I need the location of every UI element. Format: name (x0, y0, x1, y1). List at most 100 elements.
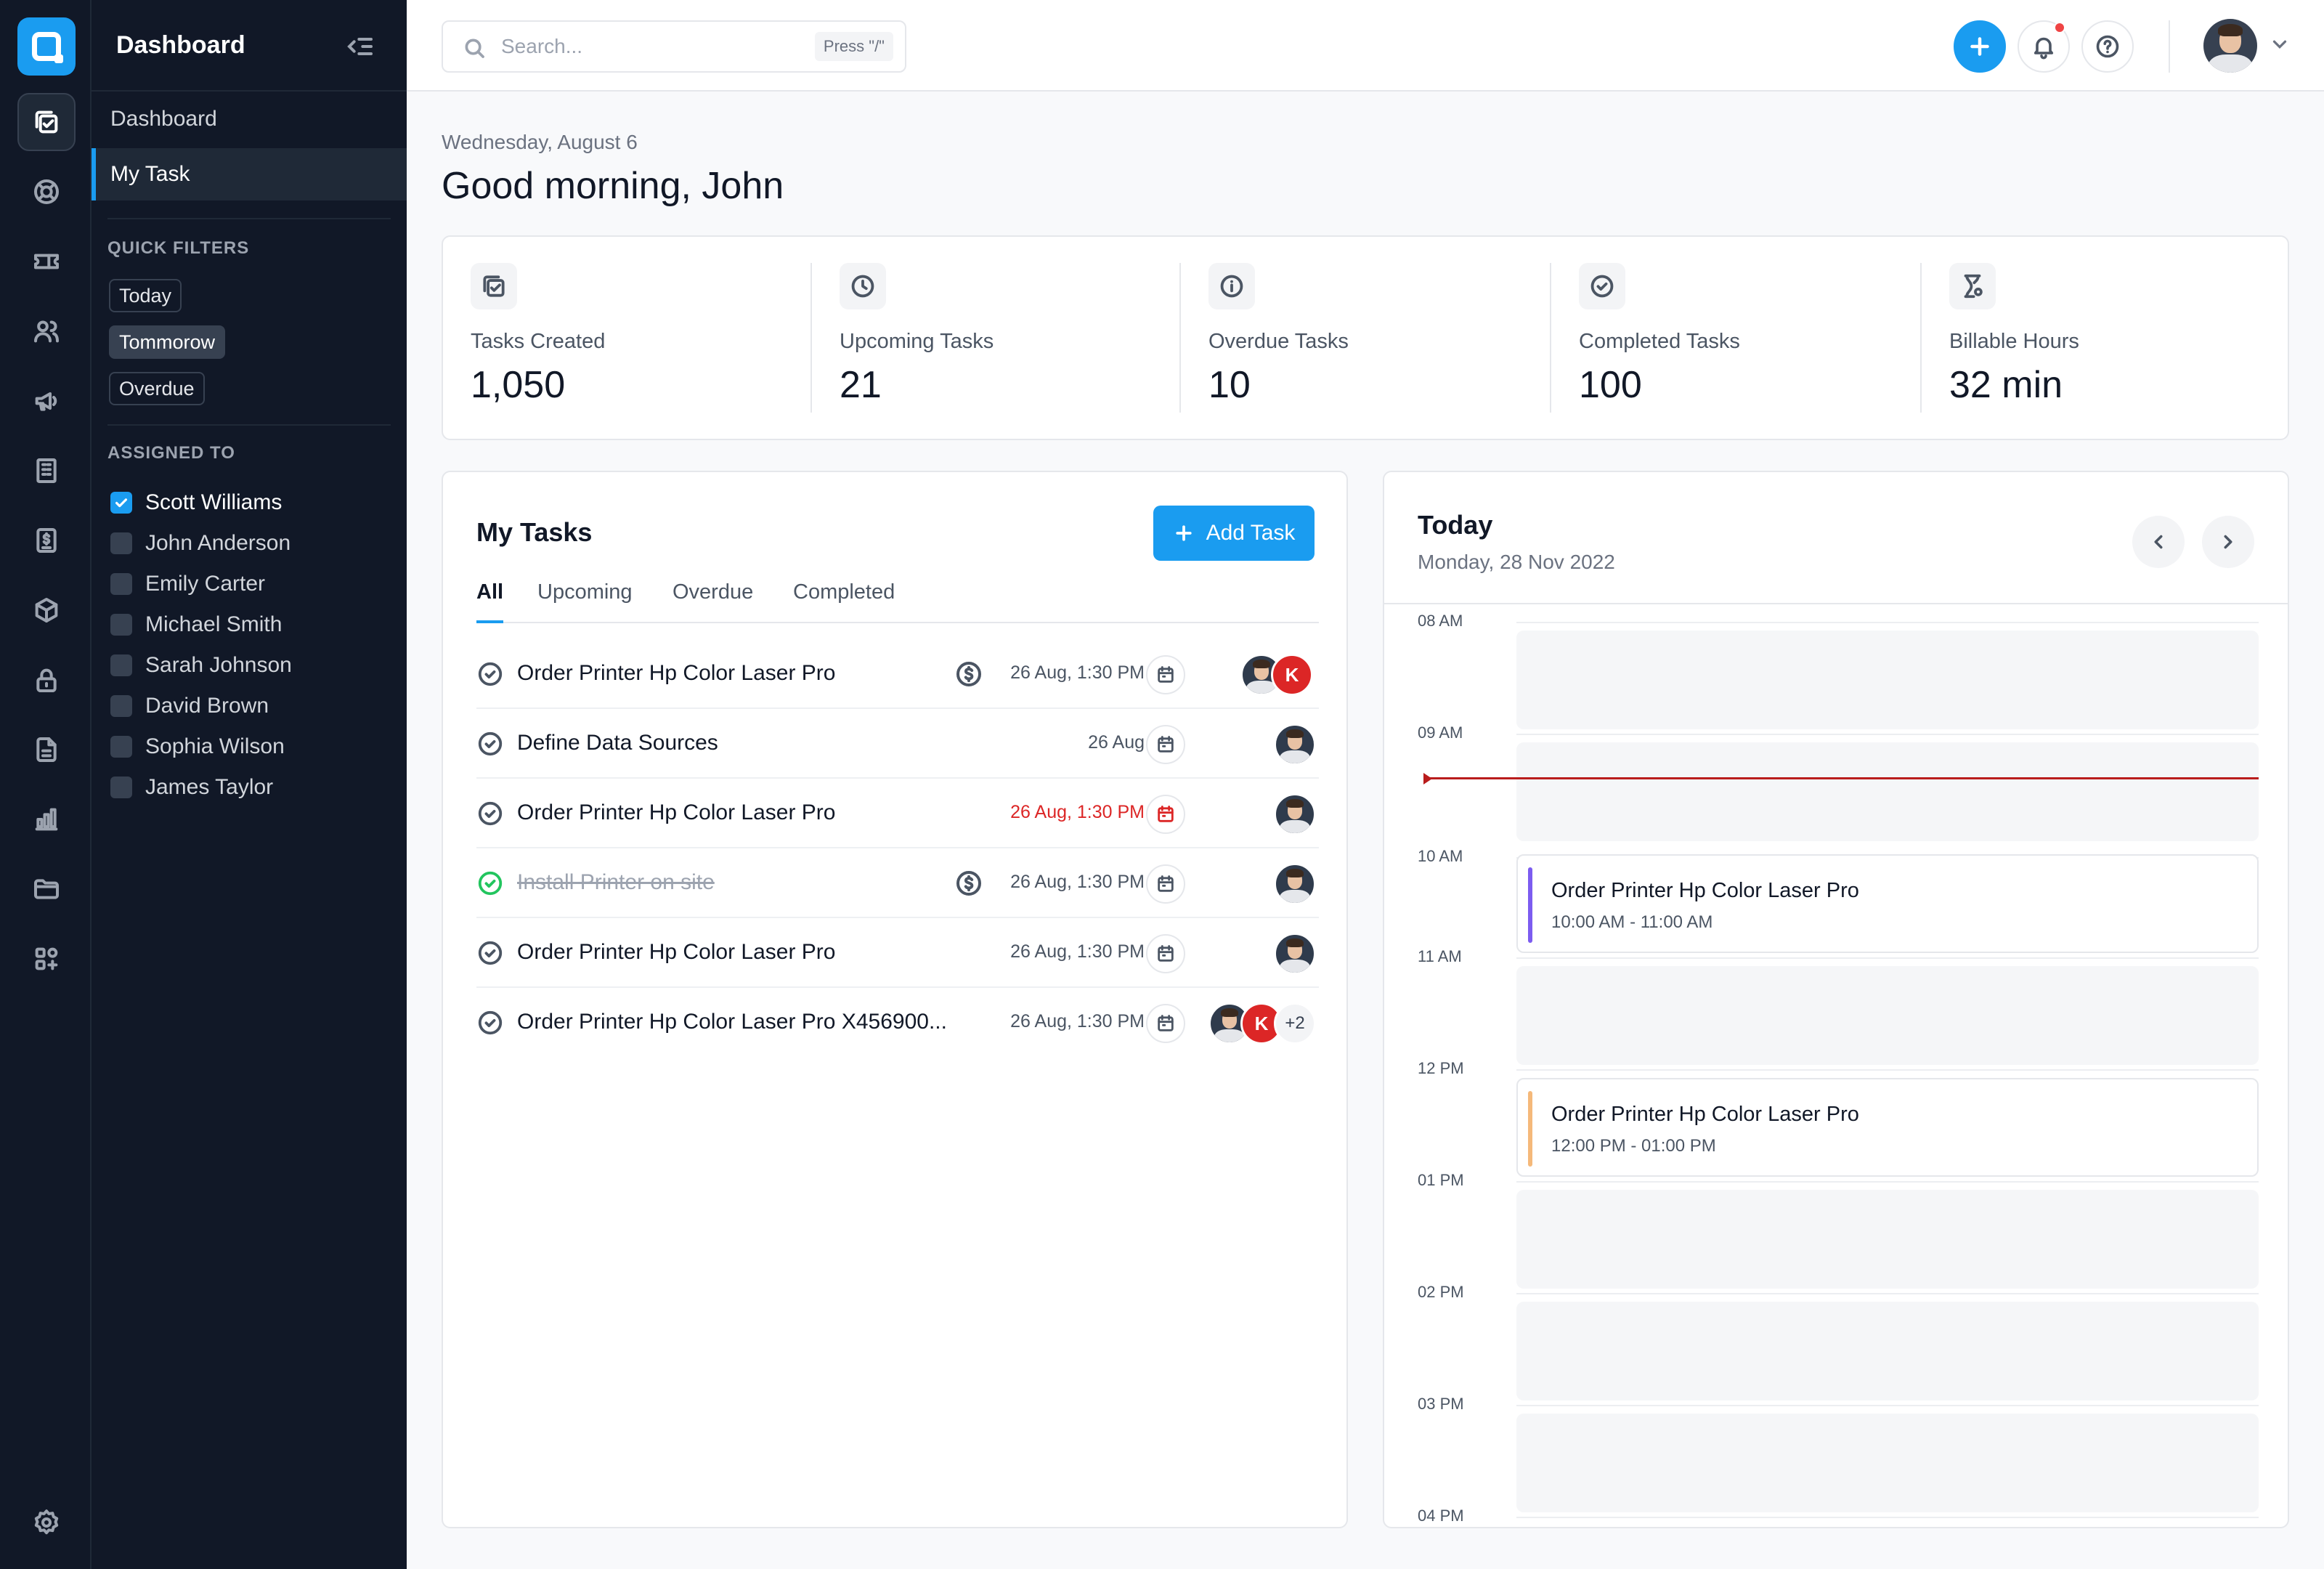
calendar-divider (1384, 603, 2288, 604)
assignee-checkbox-james-taylor[interactable]: James Taylor (110, 773, 273, 802)
hour-label: 11 AM (1418, 947, 1462, 965)
sidebar-item-my-task[interactable]: My Task (92, 148, 407, 200)
tab-all[interactable]: All (476, 578, 504, 623)
apps-icon[interactable] (17, 930, 76, 988)
search-shortcut-hint: Press "/" (814, 32, 893, 61)
time-slot[interactable] (1516, 1414, 2259, 1512)
tab-completed[interactable]: Completed (793, 578, 895, 623)
tab-upcoming[interactable]: Upcoming (537, 578, 633, 623)
task-row-completed[interactable]: Install Printer on site 26 Aug, 1:30 PM (476, 848, 1319, 918)
assignee-checkbox-sophia-wilson[interactable]: Sophia Wilson (110, 732, 285, 761)
calendar-title: Today (1418, 510, 1493, 540)
settings-icon[interactable] (17, 1493, 76, 1552)
time-slot[interactable] (1516, 1190, 2259, 1289)
current-time-line (1426, 777, 2259, 779)
time-slot[interactable] (1516, 1302, 2259, 1400)
calendar-icon[interactable] (1146, 864, 1185, 904)
calendar-icon[interactable] (1146, 1004, 1185, 1043)
calendar-icon[interactable] (1146, 934, 1185, 973)
task-row[interactable]: Order Printer Hp Color Laser Pro 26 Aug,… (476, 918, 1319, 988)
assignee-checkbox-scott-williams[interactable]: Scott Williams (110, 488, 282, 517)
calendar-icon[interactable] (1146, 795, 1185, 834)
app-logo[interactable] (17, 17, 76, 76)
task-row[interactable]: Order Printer Hp Color Laser Pro 26 Aug,… (476, 779, 1319, 848)
document-icon[interactable] (17, 721, 76, 779)
megaphone-icon[interactable] (17, 372, 76, 430)
hour-label: 01 PM (1418, 1171, 1464, 1189)
users-icon[interactable] (17, 302, 76, 360)
calendar-icon[interactable] (1146, 725, 1185, 764)
assignee-avatar[interactable] (1274, 863, 1316, 905)
check-circle-icon[interactable] (476, 1009, 504, 1037)
checkbox[interactable] (110, 532, 132, 554)
building-icon[interactable] (17, 442, 76, 500)
check-circle-icon[interactable] (476, 800, 504, 827)
checkbox[interactable] (110, 777, 132, 798)
assignee-checkbox-john-anderson[interactable]: John Anderson (110, 529, 290, 558)
checkbox-checked-icon[interactable] (110, 492, 132, 514)
support-icon[interactable] (17, 163, 76, 221)
ticket-icon[interactable] (17, 232, 76, 291)
task-row[interactable]: Order Printer Hp Color Laser Pro X456900… (476, 988, 1319, 1058)
collapse-sidebar-icon[interactable] (346, 32, 375, 61)
search-box[interactable]: Press "/" (442, 20, 906, 73)
tab-overdue[interactable]: Overdue (673, 578, 753, 623)
assignee-avatar[interactable] (1274, 933, 1316, 975)
assignee-checkbox-emily-carter[interactable]: Emily Carter (110, 569, 265, 599)
assignee-avatar[interactable] (1274, 793, 1316, 835)
filter-chip-overdue[interactable]: Overdue (109, 372, 205, 405)
assignee-avatar[interactable] (1274, 723, 1316, 766)
assignee-checkbox-sarah-johnson[interactable]: Sarah Johnson (110, 651, 292, 680)
next-day-button[interactable] (2202, 516, 2254, 568)
more-assignees-badge[interactable]: +2 (1274, 1002, 1316, 1045)
box-icon[interactable] (17, 581, 76, 639)
filter-chip-tomorrow[interactable]: Tommorow (109, 325, 226, 359)
task-row[interactable]: Order Printer Hp Color Laser Pro 26 Aug,… (476, 639, 1319, 709)
check-circle-icon[interactable] (476, 660, 504, 688)
calendar-icon[interactable] (1146, 655, 1185, 694)
checkbox[interactable] (110, 736, 132, 758)
notifications-button[interactable] (2018, 20, 2070, 73)
calendar-event[interactable]: Order Printer Hp Color Laser Pro 10:00 A… (1516, 854, 2259, 953)
checkbox[interactable] (110, 695, 132, 717)
assignee-name: Michael Smith (145, 612, 283, 636)
chevron-down-icon[interactable] (2269, 33, 2291, 55)
hour-line (1516, 1517, 2259, 1518)
check-circle-icon[interactable] (476, 869, 504, 897)
billable-dollar-icon (954, 869, 983, 898)
time-slot[interactable] (1516, 742, 2259, 841)
folder-icon[interactable] (17, 860, 76, 918)
checkbox[interactable] (110, 654, 132, 676)
time-slot[interactable] (1516, 631, 2259, 729)
calendar-event[interactable]: Order Printer Hp Color Laser Pro 12:00 P… (1516, 1078, 2259, 1177)
sidebar-item-dashboard[interactable]: Dashboard (92, 93, 407, 145)
stat-value: 100 (1579, 364, 1642, 406)
user-avatar[interactable] (2203, 19, 2257, 73)
assignee-checkbox-david-brown[interactable]: David Brown (110, 692, 269, 721)
checkbox[interactable] (110, 614, 132, 636)
filter-chip-today[interactable]: Today (109, 279, 182, 312)
help-button[interactable] (2081, 20, 2134, 73)
hourglass-icon (1949, 263, 1996, 309)
create-button[interactable] (1954, 20, 2006, 73)
chart-icon[interactable] (17, 790, 76, 848)
stat-label: Completed Tasks (1579, 330, 1740, 353)
assignee-name: Sophia Wilson (145, 734, 285, 758)
task-row[interactable]: Define Data Sources 26 Aug (476, 709, 1319, 779)
lock-icon[interactable] (17, 651, 76, 709)
assignee-checkbox-michael-smith[interactable]: Michael Smith (110, 610, 282, 639)
check-circle-icon (1579, 263, 1625, 309)
previous-day-button[interactable] (2132, 516, 2185, 568)
search-icon (465, 38, 484, 58)
task-tabs: All Upcoming Overdue Completed (476, 578, 1319, 623)
search-input[interactable] (501, 31, 792, 62)
tasks-icon[interactable] (17, 93, 76, 151)
invoice-icon[interactable] (17, 511, 76, 569)
check-circle-icon[interactable] (476, 939, 504, 967)
time-slot[interactable] (1516, 966, 2259, 1065)
add-task-button[interactable]: Add Task (1153, 506, 1315, 561)
assignee-avatar-initial[interactable]: K (1271, 654, 1313, 696)
checkbox[interactable] (110, 573, 132, 595)
page-title: Good morning, John (442, 165, 784, 207)
check-circle-icon[interactable] (476, 730, 504, 758)
